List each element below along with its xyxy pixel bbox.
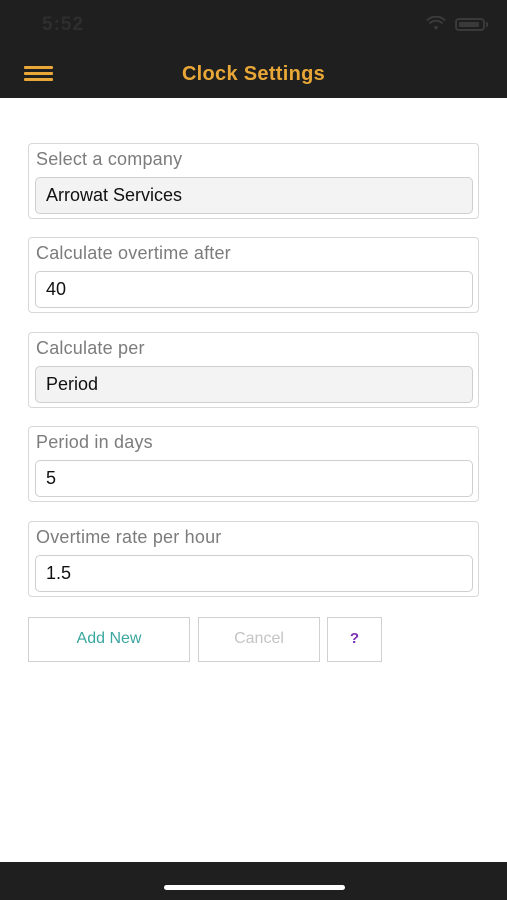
status-time: 5:52: [42, 14, 85, 35]
cancel-button[interactable]: Cancel: [198, 617, 320, 662]
overtime-after-field-card: Calculate overtime after 40: [28, 237, 479, 313]
period-days-field-card: Period in days 5: [28, 426, 479, 502]
company-label: Select a company: [36, 149, 183, 169]
add-new-button[interactable]: Add New: [28, 617, 190, 662]
company-select[interactable]: Arrowat Services: [35, 177, 473, 214]
period-days-label: Period in days: [36, 432, 153, 452]
page-title: Clock Settings: [181, 63, 326, 85]
overtime-rate-label: Overtime rate per hour: [36, 527, 222, 547]
overtime-after-label: Calculate overtime after: [36, 243, 231, 263]
overtime-rate-field-card: Overtime rate per hour 1.5: [28, 521, 479, 597]
home-indicator[interactable]: [164, 885, 345, 890]
bottom-bar: [0, 862, 507, 900]
calculate-per-select[interactable]: Period: [35, 366, 473, 403]
overtime-after-input[interactable]: 40: [35, 271, 473, 308]
company-field-card: Select a company Arrowat Services: [28, 143, 479, 219]
wifi-icon: [426, 16, 446, 30]
battery-icon: [455, 18, 488, 31]
status-bar: 5:52: [0, 0, 507, 50]
help-button[interactable]: ?: [327, 617, 382, 662]
nav-bar: Clock Settings: [0, 50, 507, 98]
calculate-per-label: Calculate per: [36, 338, 145, 358]
period-days-input[interactable]: 5: [35, 460, 473, 497]
overtime-rate-input[interactable]: 1.5: [35, 555, 473, 592]
calculate-per-field-card: Calculate per Period: [28, 332, 479, 408]
